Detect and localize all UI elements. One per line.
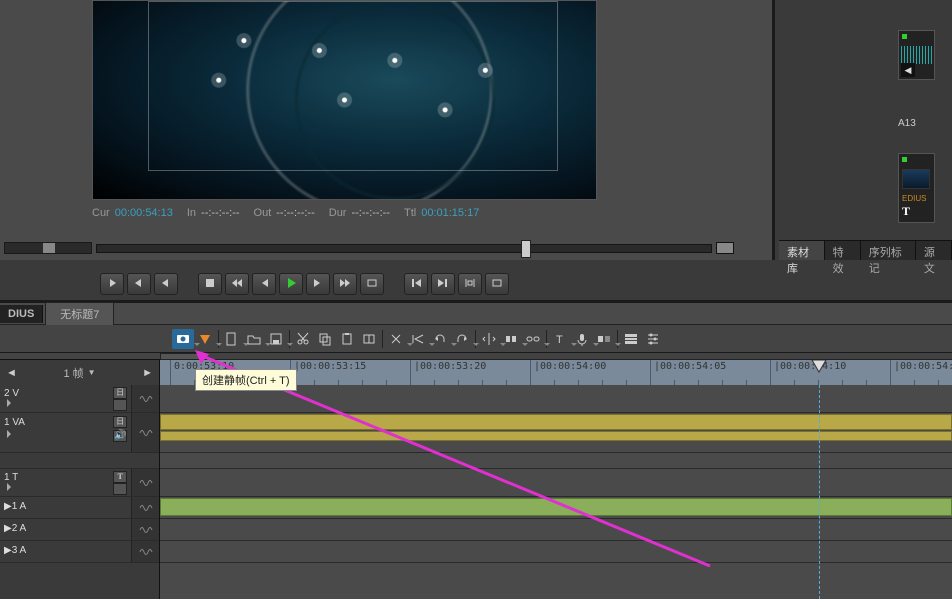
track-lane-1A[interactable] (160, 497, 952, 519)
tab-markers[interactable]: 序列标记 (861, 241, 916, 260)
set-out-button[interactable] (127, 273, 151, 295)
tc-out-label: Out (254, 207, 272, 219)
playhead-marker[interactable] (811, 359, 827, 373)
tc-ttl-label: Ttl (404, 207, 416, 219)
tc-ttl-value[interactable]: 00:01:15:17 (421, 207, 479, 219)
track-lane-1T[interactable] (160, 469, 952, 497)
track-lane-2A[interactable] (160, 519, 952, 541)
layout-button[interactable] (620, 329, 642, 349)
tab-bin[interactable]: 素材库 (779, 241, 825, 260)
ruler-tick: |00:00:54:10 (770, 360, 846, 385)
scrub-bar[interactable] (96, 244, 712, 253)
tc-cur-label: Cur (92, 207, 110, 219)
clip[interactable] (160, 498, 952, 516)
zoom-out-button[interactable]: ◄ (6, 367, 17, 379)
ruler-tick: |00:00:53:20 (410, 360, 486, 385)
fastfwd-button[interactable] (333, 273, 357, 295)
transport-bar (100, 270, 750, 298)
save-button[interactable] (265, 329, 287, 349)
bin-item-audio[interactable]: ◀ (898, 30, 935, 80)
paste-button[interactable] (336, 329, 358, 349)
playhead-line[interactable] (819, 385, 820, 599)
open-button[interactable] (243, 329, 265, 349)
voiceover-button[interactable] (571, 329, 593, 349)
create-still-button[interactable] (172, 329, 194, 349)
set-in-button[interactable] (100, 273, 124, 295)
scrub-thumb[interactable] (521, 240, 531, 258)
zoom-value[interactable]: 1 帧 (63, 365, 83, 381)
mini-scrubber[interactable] (4, 242, 92, 254)
tc-dur-label: Dur (329, 207, 347, 219)
ruler-tick: |00:00:53:15 (290, 360, 366, 385)
tc-cur-value[interactable]: 00:00:54:13 (115, 207, 173, 219)
ruler-tick: |00:00:54:05 (650, 360, 726, 385)
title-tool-button[interactable] (194, 329, 216, 349)
next-edit-button[interactable] (431, 273, 455, 295)
copy-button[interactable] (314, 329, 336, 349)
group-button[interactable] (500, 329, 522, 349)
track-header-2A[interactable]: ▶2 A (0, 519, 159, 541)
track-lane-spacer[interactable] (160, 453, 952, 469)
bin-label-1: A13 (898, 118, 916, 129)
app-name: DIUS (0, 305, 43, 323)
ruler-tick: |00:00:54:15 (890, 360, 952, 385)
zoom-in-button[interactable]: ► (142, 367, 153, 379)
next-frame-button[interactable] (306, 273, 330, 295)
paste-insert-button[interactable] (358, 329, 380, 349)
track-lane-1VA[interactable] (160, 413, 952, 453)
timeline-toolbar: T 序列 创建静帧(Ctrl + T) (0, 325, 952, 353)
delete-in-button[interactable] (407, 329, 429, 349)
new-clip-button[interactable] (221, 329, 243, 349)
clip[interactable] (160, 414, 952, 430)
tc-out-value[interactable]: --:--:--:-- (276, 207, 314, 219)
scrub-end[interactable] (716, 242, 734, 254)
safe-zone-overlay (148, 1, 558, 171)
sequence-tab[interactable]: 无标题7 (45, 302, 114, 326)
preview-monitor[interactable] (92, 0, 597, 200)
preview-panel: Cur 00:00:54:13 In --:--:--:-- Out --:--… (0, 0, 772, 260)
link-button[interactable] (522, 329, 544, 349)
track-lane-3A[interactable] (160, 541, 952, 563)
tooltip: 创建静帧(Ctrl + T) (195, 369, 297, 391)
set-out2-button[interactable] (154, 273, 178, 295)
undo-button[interactable] (429, 329, 451, 349)
prev-frame-button[interactable] (252, 273, 276, 295)
stop-button[interactable] (198, 273, 222, 295)
loop-button[interactable] (360, 273, 384, 295)
track-header-2V[interactable]: 2 V日 (0, 385, 159, 413)
trim-button[interactable] (458, 273, 482, 295)
track-header-spacer[interactable] (0, 453, 159, 469)
track-header-1A[interactable]: ▶1 A (0, 497, 159, 519)
track-header-1VA[interactable]: 1 VA日🔊 (0, 413, 159, 453)
export-button[interactable] (485, 273, 509, 295)
rewind-button[interactable] (225, 273, 249, 295)
svg-text:T: T (556, 334, 563, 346)
bin-item-title[interactable]: EDIUST (898, 153, 935, 223)
play-button[interactable] (279, 273, 303, 295)
tc-in-label: In (187, 207, 196, 219)
cut-button[interactable] (292, 329, 314, 349)
redo-button[interactable] (451, 329, 473, 349)
track-header-3A[interactable]: ▶3 A (0, 541, 159, 563)
settings-button[interactable] (642, 329, 664, 349)
title-insert-button[interactable]: T (549, 329, 571, 349)
ruler-tick: |00:00:54:00 (530, 360, 606, 385)
preview-play-icon[interactable]: ◀ (901, 63, 915, 77)
tab-effects[interactable]: 特效 (825, 241, 861, 260)
prev-edit-button[interactable] (404, 273, 428, 295)
ripple-delete-button[interactable] (385, 329, 407, 349)
tab-source[interactable]: 源文 (916, 241, 952, 260)
transition-button[interactable] (593, 329, 615, 349)
title-icon: T (902, 204, 910, 219)
tc-in-value[interactable]: --:--:--:-- (201, 207, 239, 219)
timecode-row: Cur 00:00:54:13 In --:--:--:-- Out --:--… (92, 207, 597, 219)
track-header-1T[interactable]: 1 TT (0, 469, 159, 497)
split-button[interactable] (478, 329, 500, 349)
tc-dur-value[interactable]: --:--:--:-- (351, 207, 389, 219)
bin-panel: ◀ A13 EDIUST 2018051 素材库 特效 序列标记 源文 (772, 0, 952, 260)
